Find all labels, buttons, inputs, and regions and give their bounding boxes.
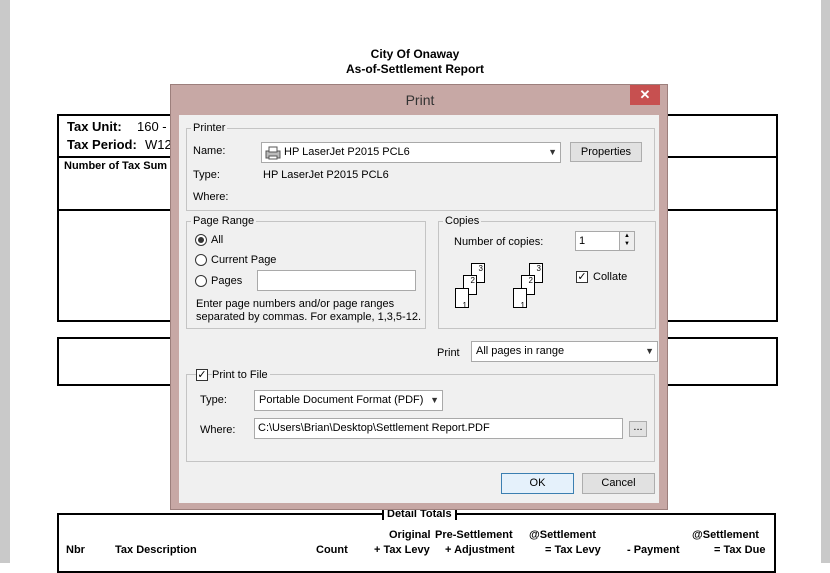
copies-group-label: Copies [443, 214, 482, 228]
printer-group-label: Printer [191, 121, 228, 135]
print-to-file-label: Print to File [212, 368, 270, 382]
properties-button[interactable]: Properties [570, 142, 642, 162]
printer-type-label: Type: [193, 169, 220, 181]
cancel-button[interactable]: Cancel [582, 473, 655, 494]
col-settlement-due-line1: @Settlement [692, 529, 759, 541]
tax-period-label: Tax Period: [67, 137, 137, 152]
file-type-select[interactable]: Portable Document Format (PDF) ▼ [254, 390, 443, 411]
file-where-label: Where: [200, 424, 236, 436]
printer-where-label: Where: [193, 191, 229, 203]
col-original-line2: + Tax Levy [374, 544, 430, 556]
range-pages-radio[interactable] [195, 275, 207, 287]
print-label: Print [437, 347, 460, 359]
copies-spinner[interactable]: ▲ ▼ [619, 232, 634, 250]
viewer-right-margin [821, 0, 830, 563]
col-presettlement-line1: Pre-Settlement [435, 529, 513, 541]
detail-totals-box [57, 513, 776, 573]
dialog-client: Printer Name: HP LaserJet P2015 PCL6 ▼ P… [179, 115, 659, 503]
col-nbr: Nbr [66, 544, 85, 556]
collate-checkbox[interactable]: ✓ [576, 271, 588, 283]
report-title: As-of-Settlement Report [345, 62, 484, 76]
range-current-page-label: Current Page [211, 254, 277, 266]
print-select-value: All pages in range [476, 345, 565, 357]
ok-button[interactable]: OK [501, 473, 574, 494]
dialog-title: Print [405, 92, 435, 108]
printer-group: Printer [186, 121, 655, 211]
col-presettlement-line2: + Adjustment [445, 544, 515, 556]
close-button[interactable]: ✕ [630, 85, 660, 105]
chevron-down-icon: ▼ [548, 147, 557, 157]
col-settlement-levy-line2: = Tax Levy [545, 544, 601, 556]
print-select[interactable]: All pages in range ▼ [471, 341, 658, 362]
chevron-down-icon: ▼ [645, 346, 654, 356]
col-settlement-due-line2: = Tax Due [714, 544, 766, 556]
page-range-group-label: Page Range [191, 214, 257, 228]
range-hint-line2: separated by commas. For example, 1,3,5-… [196, 311, 421, 323]
browse-button[interactable]: ... [629, 421, 647, 437]
tax-unit-label: Tax Unit: [67, 119, 122, 134]
printer-icon [265, 146, 281, 160]
copies-number-label: Number of copies: [454, 236, 544, 248]
col-settlement-levy-line1: @Settlement [529, 529, 596, 541]
printer-name-value: HP LaserJet P2015 PCL6 [284, 146, 410, 158]
tax-period-value: W12 [145, 137, 172, 152]
tax-unit-value: 160 - [137, 119, 167, 134]
collate-sheet-1b: 1 [513, 288, 527, 310]
copies-number-value: 1 [579, 235, 586, 247]
range-hint-line1: Enter page numbers and/or page ranges [196, 298, 395, 310]
printer-type-value: HP LaserJet P2015 PCL6 [263, 169, 389, 181]
col-original-line1: Original [389, 529, 431, 541]
range-pages-label: Pages [211, 275, 243, 287]
col-payment: - Payment [627, 544, 680, 556]
collate-sheet-1a: 1 [455, 288, 469, 310]
summary-label: Number of Tax Sum [64, 160, 168, 172]
viewer-left-margin [0, 0, 10, 563]
report-org: City Of Onaway [370, 47, 460, 61]
file-type-value: Portable Document Format (PDF) [259, 394, 424, 406]
chevron-down-icon: ▼ [430, 395, 439, 405]
range-all-radio[interactable] [195, 234, 207, 246]
printer-name-select[interactable]: HP LaserJet P2015 PCL6 ▼ [261, 142, 561, 163]
col-count: Count [316, 544, 348, 556]
pages-input[interactable] [257, 270, 416, 291]
print-to-file-checkbox[interactable]: ✓ [196, 369, 208, 381]
col-tax-description: Tax Description [115, 544, 197, 556]
printer-name-label: Name: [193, 145, 226, 157]
print-dialog: Print ✕ Printer Name: HP LaserJet P2015 … [170, 84, 668, 510]
collate-label: Collate [593, 271, 628, 283]
file-type-label: Type: [200, 394, 227, 406]
file-where-input[interactable]: C:\Users\Brian\Desktop\Settlement Report… [254, 418, 623, 439]
range-all-label: All [211, 234, 224, 246]
copies-number-input[interactable]: 1 ▲ ▼ [575, 231, 635, 251]
range-current-page-radio[interactable] [195, 254, 207, 266]
